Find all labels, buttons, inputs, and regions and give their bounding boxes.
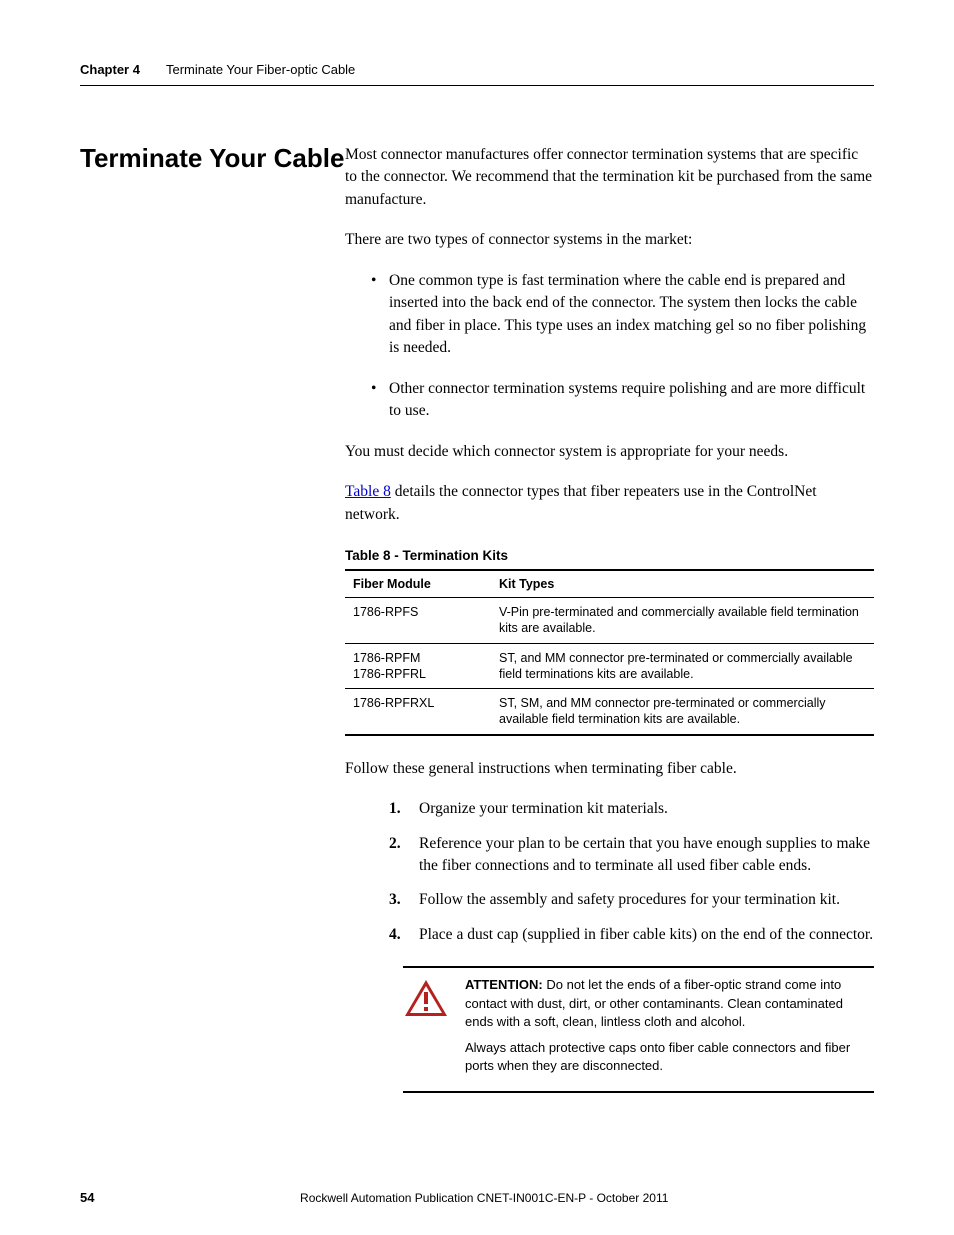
intro-paragraph-2: There are two types of connector systems… <box>345 229 874 251</box>
page-number: 54 <box>80 1190 94 1205</box>
bullet-list: One common type is fast termination wher… <box>345 270 874 423</box>
table-row: 1786-RPFS V-Pin pre-terminated and comme… <box>345 598 874 644</box>
attention-p2: Always attach protective caps onto fiber… <box>465 1039 874 1075</box>
attention-callout: ATTENTION: Do not let the ends of a fibe… <box>403 966 874 1093</box>
after-bullets-paragraph: You must decide which connector system i… <box>345 441 874 463</box>
cell-module: 1786-RPFM 1786-RPFRL <box>345 643 491 689</box>
running-header: Chapter 4 Terminate Your Fiber-optic Cab… <box>80 62 874 86</box>
section-heading: Terminate Your Cable <box>80 144 345 173</box>
content-columns: Terminate Your Cable Most connector manu… <box>80 144 874 1093</box>
instructions-lead: Follow these general instructions when t… <box>345 758 874 780</box>
table-header-module: Fiber Module <box>345 570 491 598</box>
table-8-link[interactable]: Table 8 <box>345 483 391 500</box>
termination-kits-table: Fiber Module Kit Types 1786-RPFS V-Pin p… <box>345 569 874 736</box>
right-column: Most connector manufactures offer connec… <box>345 144 874 1093</box>
table-ref-rest: details the connector types that fiber r… <box>345 483 817 522</box>
step-item: Place a dust cap (supplied in fiber cabl… <box>345 924 874 946</box>
step-item: Follow the assembly and safety procedure… <box>345 889 874 911</box>
chapter-title: Terminate Your Fiber-optic Cable <box>166 62 355 77</box>
chapter-label: Chapter 4 <box>80 62 140 77</box>
numbered-steps: Organize your termination kit materials.… <box>345 798 874 946</box>
table-row: 1786-RPFRXL ST, SM, and MM connector pre… <box>345 689 874 735</box>
left-column: Terminate Your Cable <box>80 144 345 173</box>
page: Chapter 4 Terminate Your Fiber-optic Cab… <box>0 0 954 1235</box>
step-item: Reference your plan to be certain that y… <box>345 833 874 878</box>
cell-kit: ST, SM, and MM connector pre-terminated … <box>491 689 874 735</box>
intro-paragraph-1: Most connector manufactures offer connec… <box>345 144 874 211</box>
publication-info: Rockwell Automation Publication CNET-IN0… <box>94 1191 874 1205</box>
table-header-kit: Kit Types <box>491 570 874 598</box>
cell-module: 1786-RPFS <box>345 598 491 644</box>
table-reference-paragraph: Table 8 details the connector types that… <box>345 481 874 526</box>
page-footer: 54 Rockwell Automation Publication CNET-… <box>80 1190 874 1205</box>
attention-icon <box>403 976 465 1023</box>
cell-kit: ST, and MM connector pre-terminated or c… <box>491 643 874 689</box>
attention-text: ATTENTION: Do not let the ends of a fibe… <box>465 976 874 1083</box>
table-caption: Table 8 - Termination Kits <box>345 548 874 563</box>
step-item: Organize your termination kit materials. <box>345 798 874 820</box>
cell-module: 1786-RPFRXL <box>345 689 491 735</box>
bullet-item: Other connector termination systems requ… <box>345 378 874 423</box>
table-row: 1786-RPFM 1786-RPFRL ST, and MM connecto… <box>345 643 874 689</box>
bullet-item: One common type is fast termination wher… <box>345 270 874 360</box>
attention-label: ATTENTION: <box>465 977 543 992</box>
cell-kit: V-Pin pre-terminated and commercially av… <box>491 598 874 644</box>
